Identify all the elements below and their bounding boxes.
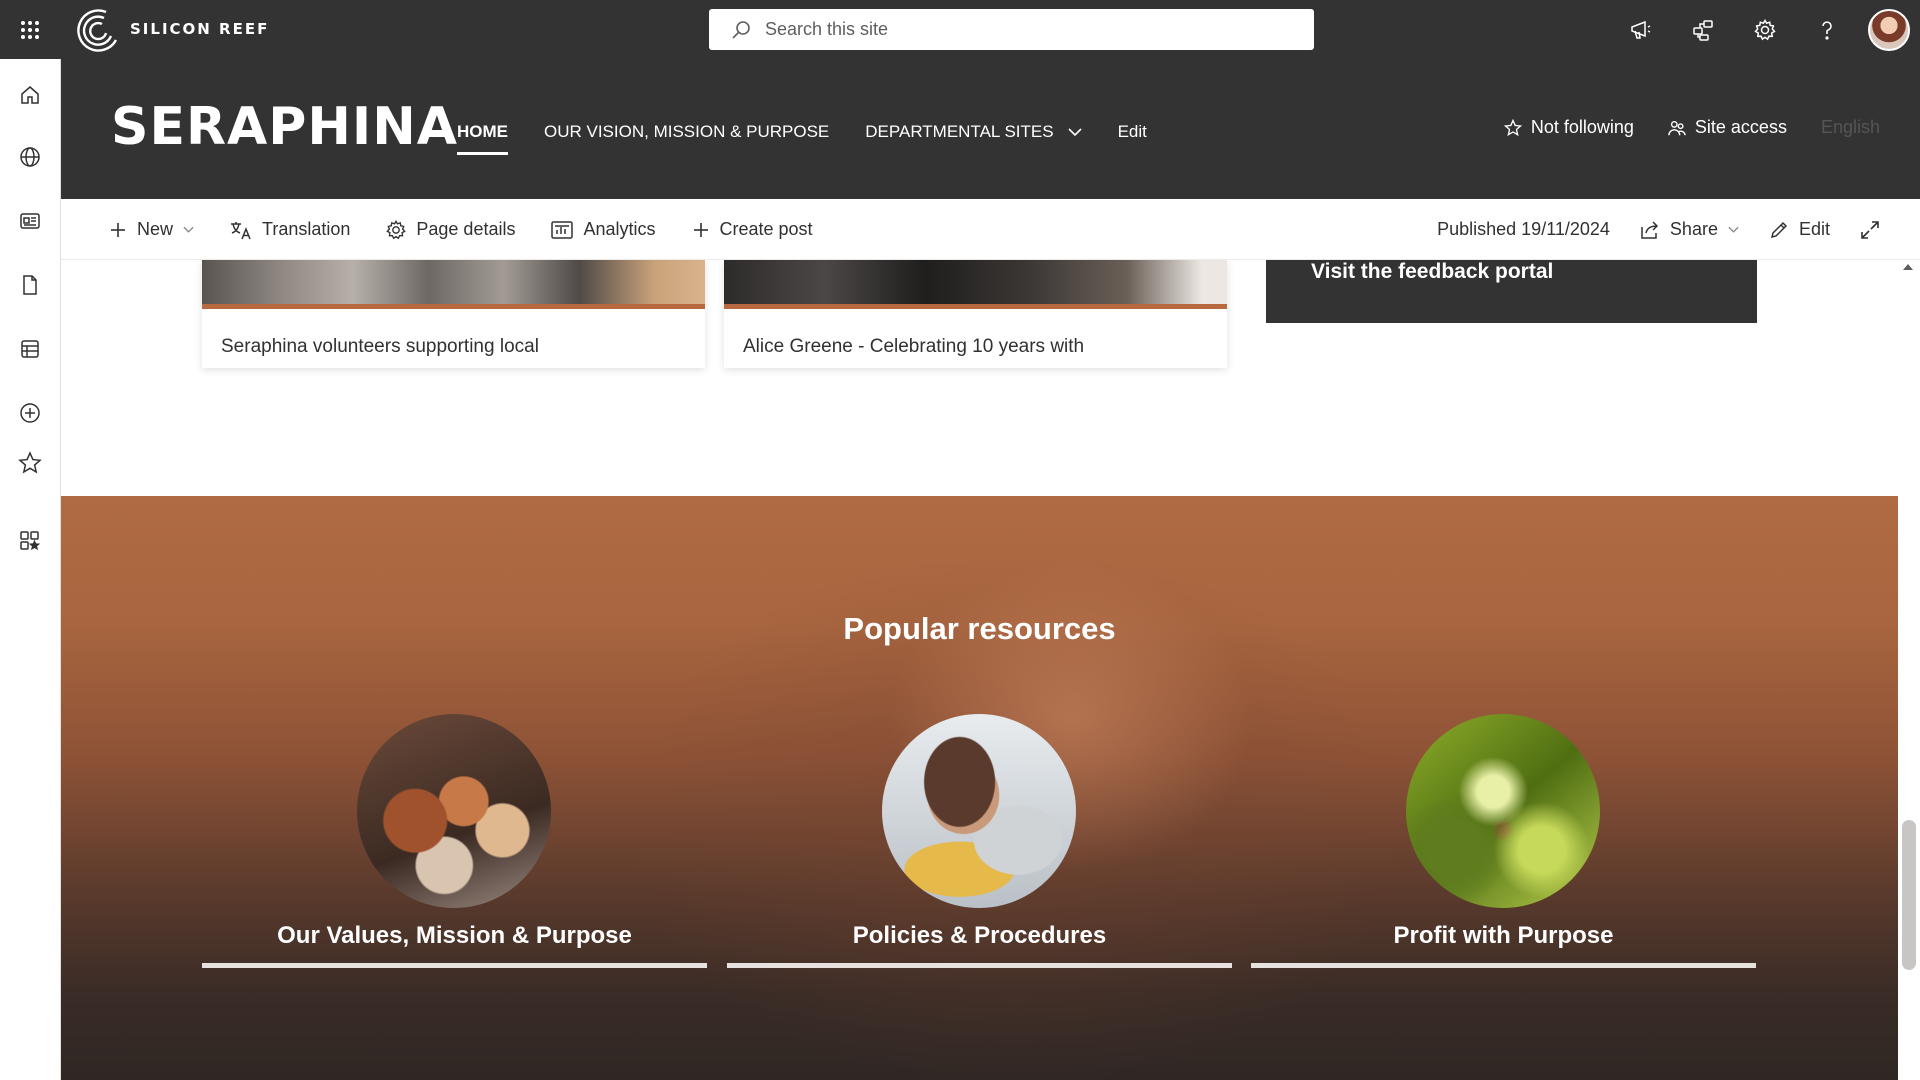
suite-actions	[1610, 0, 1920, 59]
edit-label: Edit	[1798, 219, 1830, 239]
user-avatar[interactable]	[1868, 8, 1910, 51]
page-canvas: Seraphina volunteers supporting local Al…	[61, 260, 1898, 1080]
brand-logo-mark-icon	[77, 9, 118, 52]
not-following-button[interactable]: Not following	[1503, 117, 1634, 138]
plus-icon	[693, 222, 708, 237]
language-selector[interactable]: English	[1821, 117, 1880, 138]
apps-star-icon[interactable]	[0, 517, 60, 565]
site-header: SERAPHINA HOME OUR VISION, MISSION & PUR…	[61, 59, 1920, 199]
popular-resources-section: Popular resources Our Values, Mission & …	[61, 496, 1898, 1080]
expand-icon[interactable]	[1860, 220, 1880, 240]
page-details-button[interactable]: Page details	[386, 219, 515, 240]
vertical-scrollbar[interactable]	[1898, 260, 1920, 1080]
edit-page-button[interactable]: Edit	[1769, 219, 1830, 240]
resource-underline	[202, 963, 707, 968]
resource-image	[357, 714, 551, 908]
news-icon[interactable]	[0, 197, 60, 245]
megaphone-icon[interactable]	[1610, 0, 1672, 59]
pencil-icon	[1770, 221, 1788, 238]
nav-departmental-sites[interactable]: DEPARTMENTAL SITES	[865, 115, 1082, 149]
gear-icon	[386, 219, 407, 239]
resource-label: Our Values, Mission & Purpose	[277, 922, 632, 949]
resource-label: Profit with Purpose	[1393, 922, 1614, 949]
published-status: Published 19/11/2024	[1437, 219, 1610, 240]
analytics-label: Analytics	[583, 219, 656, 239]
news-title[interactable]: Seraphina volunteers supporting local	[221, 336, 539, 358]
news-image	[724, 260, 1227, 309]
published-date: Published 19/11/2024	[1437, 219, 1610, 239]
create-post-button[interactable]: Create post	[692, 219, 813, 240]
resource-underline	[727, 963, 1232, 968]
brand-logo[interactable]: SILICON REEF	[76, 4, 269, 54]
translation-button[interactable]: Translation	[230, 219, 350, 240]
search-icon	[732, 20, 750, 39]
star-icon[interactable]	[0, 439, 60, 487]
gear-icon[interactable]	[1734, 0, 1796, 59]
search-box[interactable]	[709, 9, 1314, 50]
translate-icon	[231, 221, 251, 239]
plus-icon	[111, 222, 125, 237]
nav-vision-label: OUR VISION, MISSION & PURPOSE	[544, 122, 830, 141]
scroll-thumb[interactable]	[1902, 820, 1916, 970]
resource-image	[882, 714, 1076, 908]
nav-home-label: HOME	[457, 122, 508, 141]
not-following-label: Not following	[1530, 117, 1634, 137]
star-icon	[1503, 118, 1522, 136]
resource-tile[interactable]: Policies & Procedures	[727, 714, 1232, 969]
feedback-portal-button[interactable]: Visit the feedback portal	[1266, 260, 1757, 323]
nav-departmental-label: DEPARTMENTAL SITES	[865, 122, 1054, 141]
nav-home[interactable]: HOME	[457, 115, 508, 155]
globe-icon[interactable]	[0, 133, 60, 181]
site-access-button[interactable]: Site access	[1668, 117, 1787, 138]
help-icon[interactable]	[1796, 0, 1858, 59]
people-icon	[1668, 120, 1686, 135]
resource-image	[1406, 714, 1600, 908]
list-icon[interactable]	[0, 325, 60, 373]
share-label: Share	[1669, 219, 1718, 239]
new-button[interactable]: New	[109, 219, 194, 240]
search-input[interactable]	[765, 19, 1285, 40]
chevron-down-icon	[183, 226, 194, 233]
nav-edit-label: Edit	[1117, 122, 1147, 141]
site-navigation: HOME OUR VISION, MISSION & PURPOSE DEPAR…	[457, 115, 1147, 155]
app-bar	[0, 59, 61, 1080]
resource-underline	[1251, 963, 1756, 968]
feedback-portal-label: Visit the feedback portal	[1311, 260, 1554, 283]
section-title: Popular resources	[843, 611, 1116, 646]
new-label: New	[137, 219, 174, 239]
analytics-icon	[551, 220, 574, 239]
news-card[interactable]: Alice Greene - Celebrating 10 years with	[724, 260, 1227, 368]
site-access-label: Site access	[1694, 117, 1787, 137]
translation-label: Translation	[262, 219, 351, 239]
resource-label: Policies & Procedures	[852, 922, 1107, 949]
chevron-down-icon	[1728, 226, 1739, 233]
command-bar: New Translation Page details Analytics C…	[61, 199, 1920, 260]
nav-vision-mission-purpose[interactable]: OUR VISION, MISSION & PURPOSE	[544, 115, 829, 149]
site-title[interactable]: SERAPHINA	[111, 97, 458, 157]
news-card[interactable]: Seraphina volunteers supporting local	[202, 260, 705, 368]
news-title[interactable]: Alice Greene - Celebrating 10 years with	[743, 336, 1084, 358]
share-icon	[1641, 220, 1658, 239]
share-button[interactable]: Share	[1640, 219, 1739, 240]
site-header-actions: Not following Site access English	[1503, 117, 1880, 138]
scroll-up-arrow-icon[interactable]	[1903, 264, 1913, 270]
analytics-button[interactable]: Analytics	[551, 219, 656, 240]
document-icon[interactable]	[0, 261, 60, 309]
nav-edit[interactable]: Edit	[1118, 115, 1147, 149]
app-launcher-icon[interactable]	[0, 0, 60, 59]
create-post-label: Create post	[719, 219, 813, 239]
chevron-down-icon	[1068, 128, 1082, 137]
page-details-label: Page details	[416, 219, 516, 239]
language-label: English	[1820, 117, 1880, 137]
news-image	[202, 260, 705, 309]
brand-name: SILICON REEF	[130, 20, 270, 38]
home-icon[interactable]	[0, 71, 60, 119]
add-circle-icon[interactable]	[0, 389, 60, 437]
suite-bar: SILICON REEF	[0, 0, 1920, 59]
resource-tile[interactable]: Profit with Purpose	[1251, 714, 1756, 969]
org-chart-icon[interactable]	[1672, 0, 1734, 59]
resource-tile[interactable]: Our Values, Mission & Purpose	[202, 714, 707, 969]
